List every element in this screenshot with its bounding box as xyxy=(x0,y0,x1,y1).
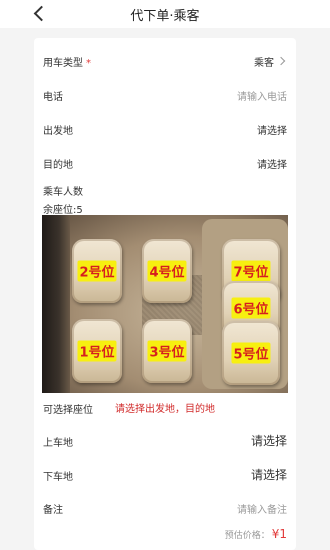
departure-label: 出发地 xyxy=(43,126,73,137)
departure-select[interactable]: 请选择 xyxy=(257,122,287,137)
seat-7-label: 7号位 xyxy=(231,260,271,282)
car-type-label: 用车类型 * xyxy=(43,58,91,69)
remark-row[interactable]: 备注 请输入备注 xyxy=(34,497,296,521)
remark-label: 备注 xyxy=(43,505,63,516)
boarding-row[interactable]: 上车地 请选择 xyxy=(34,430,296,454)
seat-1[interactable]: 1号位 xyxy=(72,319,122,383)
top-bar: 代下单·乘客 xyxy=(0,0,330,28)
seat-1-label: 1号位 xyxy=(77,340,117,362)
selectable-seats-hint: 请选择出发地，目的地 xyxy=(115,404,215,415)
chevron-right-icon xyxy=(276,56,286,66)
seat-map: 2号位 4号位 7号位 6号位 1号位 3号位 5号位 xyxy=(42,215,288,393)
seat-3[interactable]: 3号位 xyxy=(142,319,192,383)
boarding-label: 上车地 xyxy=(43,438,73,449)
destination-select[interactable]: 请选择 xyxy=(257,156,287,171)
seat-2[interactable]: 2号位 xyxy=(72,239,122,303)
seat-3-label: 3号位 xyxy=(147,340,187,362)
destination-row[interactable]: 目的地 请选择 xyxy=(34,152,296,176)
page-title: 代下单·乘客 xyxy=(130,9,200,24)
dashboard xyxy=(42,215,70,393)
remark-input[interactable]: 请输入备注 xyxy=(237,501,287,516)
seat-2-label: 2号位 xyxy=(77,260,117,282)
phone-row[interactable]: 电话 请输入电话 xyxy=(34,84,296,108)
alighting-select[interactable]: 请选择 xyxy=(251,466,287,483)
order-form: 用车类型 * 乘客 电话 请输入电话 出发地 请选择 目的地 请选择 乘车人数 余… xyxy=(34,38,296,550)
remaining-seats-label: 余座位:5 xyxy=(43,205,83,216)
destination-label: 目的地 xyxy=(43,160,73,171)
price-amount: ¥1 xyxy=(271,527,287,541)
departure-row[interactable]: 出发地 请选择 xyxy=(34,118,296,142)
passengers-label: 乘车人数 xyxy=(43,187,83,198)
alighting-label: 下车地 xyxy=(43,472,73,483)
seat-6-label: 6号位 xyxy=(231,297,271,319)
required-mark: * xyxy=(86,58,91,69)
seat-5-label: 5号位 xyxy=(231,342,271,364)
price-label: 预估价格： xyxy=(224,531,270,541)
car-type-row[interactable]: 用车类型 * 乘客 xyxy=(34,50,296,74)
seat-4-label: 4号位 xyxy=(147,260,187,282)
selectable-seats-label: 可选择座位 xyxy=(43,405,93,416)
phone-input[interactable]: 请输入电话 xyxy=(237,88,287,103)
phone-label: 电话 xyxy=(43,92,63,103)
estimated-price: 预估价格： ¥1 xyxy=(225,527,287,541)
alighting-row[interactable]: 下车地 请选择 xyxy=(34,464,296,488)
car-type-value: 乘客 xyxy=(254,58,274,69)
seat-5[interactable]: 5号位 xyxy=(222,321,280,385)
boarding-select[interactable]: 请选择 xyxy=(251,432,287,449)
seat-4[interactable]: 4号位 xyxy=(142,239,192,303)
